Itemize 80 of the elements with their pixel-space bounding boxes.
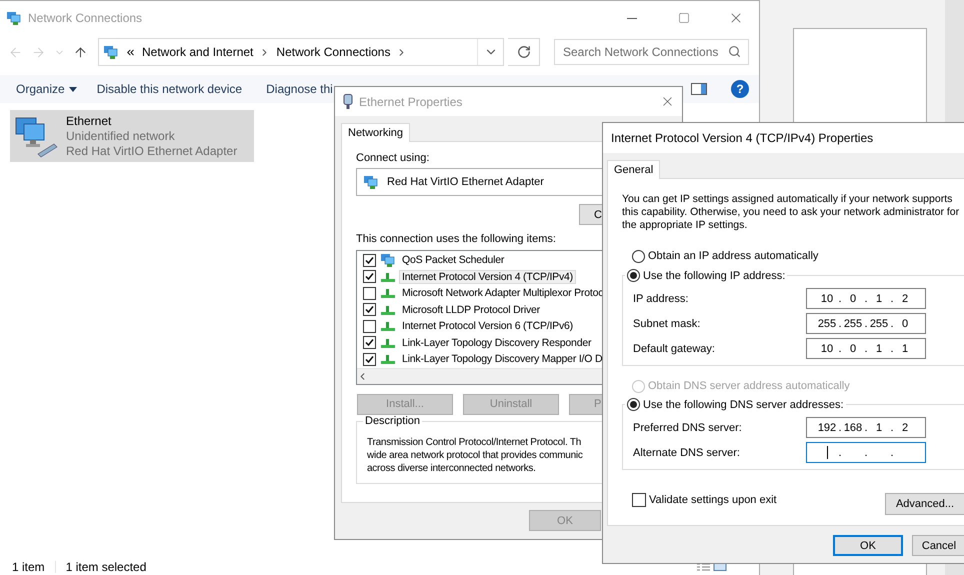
- ip-address-field[interactable]: 10 . 0 . 1 . 1: [806, 338, 926, 359]
- toolbar-button[interactable]: Disable this network device: [88, 75, 250, 103]
- address-bar[interactable]: Network and Internet Network Connections: [98, 38, 504, 66]
- network-component-icon: [380, 336, 396, 349]
- list-item[interactable]: Link-Layer Topology Discovery Responder: [400, 336, 594, 349]
- tab[interactable]: Networking: [341, 123, 410, 142]
- checkbox[interactable]: [363, 254, 376, 267]
- search-field[interactable]: Search Network Connections: [554, 39, 749, 65]
- radio-label: Use the following IP address:: [643, 270, 786, 282]
- checkbox[interactable]: [363, 303, 376, 316]
- adapter-name: Red Hat VirtIO Ethernet Adapter: [66, 144, 238, 158]
- network-monitor-icon: [380, 252, 396, 268]
- connect-using-label: Connect using:: [356, 152, 430, 164]
- configure-button[interactable]: C: [579, 204, 603, 225]
- intro-text: You can get IP settings assigned automatically if your network supports this capability. Otherwise, you need to ask your network administrator for the appropriate IP settings.: [622, 193, 960, 232]
- network-component-icon: [380, 304, 396, 316]
- checkbox-label: Validate settings upon exit: [649, 494, 777, 506]
- help-button[interactable]: ?: [731, 80, 749, 98]
- breadcrumb-item[interactable]: Network Connections: [276, 45, 390, 59]
- status-text: 1 item selected: [66, 560, 146, 574]
- maximize-icon: [678, 12, 690, 24]
- dialog-button[interactable]: Cancel: [912, 535, 964, 556]
- status-text: 1 item: [12, 560, 45, 574]
- radio-button[interactable]: [627, 269, 640, 282]
- checkbox[interactable]: [363, 286, 376, 300]
- toolbar-button[interactable]: Organize: [8, 75, 85, 103]
- list-item[interactable]: Internet Protocol Version 6 (TCP/IPv6): [400, 320, 575, 332]
- checkbox[interactable]: [363, 336, 376, 350]
- group-title: Description: [363, 414, 422, 426]
- checkbox[interactable]: [363, 320, 376, 333]
- breadcrumb-item[interactable]: Network and Internet: [142, 45, 254, 59]
- chevrons-left-icon[interactable]: [125, 46, 136, 58]
- ip-address-field[interactable]: 255 . 255 . 255 . 0: [806, 313, 926, 334]
- field-label: IP address:: [633, 292, 688, 304]
- network-component-icon: [380, 287, 396, 300]
- list-item[interactable]: Link-Layer Topology Discovery Mapper I/O D: [400, 353, 604, 366]
- tab[interactable]: General: [607, 160, 660, 179]
- network-adapter-icon: [363, 174, 379, 190]
- network-folder-icon: [103, 44, 119, 60]
- dialog-title: Ethernet Properties: [359, 94, 462, 108]
- network-component-icon: [380, 270, 396, 283]
- advanced-button[interactable]: Advanced...: [885, 493, 964, 515]
- field-label: Alternate DNS server:: [633, 446, 740, 458]
- preview-pane-icon[interactable]: [691, 83, 707, 95]
- items-label: This connection uses the following items:: [356, 233, 557, 245]
- radio-label: Use the following DNS server addresses:: [643, 398, 844, 410]
- dialog-button[interactable]: OK: [833, 535, 903, 556]
- dialog-title: Internet Protocol Version 4 (TCP/IPv4) Properties: [611, 131, 874, 145]
- search-icon[interactable]: [728, 45, 741, 58]
- list-item[interactable]: QoS Packet Scheduler: [400, 254, 506, 266]
- network-component-icon: [380, 353, 396, 366]
- refresh-button[interactable]: [508, 38, 540, 66]
- connection-name: Ethernet: [66, 114, 112, 128]
- toolbar-button[interactable]: Diagnose thi: [258, 75, 341, 103]
- window-title: Network Connections: [28, 11, 142, 25]
- radio-button[interactable]: [632, 250, 645, 262]
- field-label: Default gateway:: [633, 342, 715, 354]
- checkbox[interactable]: [632, 493, 646, 507]
- radio-label: Obtain an IP address automatically: [648, 250, 818, 262]
- view-toggle-icon[interactable]: [697, 563, 727, 571]
- list-item[interactable]: Microsoft Network Adapter Multiplexor Protoc: [400, 287, 606, 300]
- ip-address-field[interactable]: 192 . 168 . 1 . 2: [806, 417, 926, 438]
- radio-button[interactable]: [627, 398, 640, 411]
- field-label: Preferred DNS server:: [633, 422, 742, 434]
- description-text: Transmission Control Protocol/Internet Protocol. Th wide area network protocol that provides communic across diverse interconnected networks.: [367, 436, 583, 474]
- field-label: Subnet mask:: [633, 318, 700, 330]
- checkbox[interactable]: [363, 270, 376, 284]
- ip-address-field[interactable]: . . .: [806, 442, 926, 463]
- network-adapter-icon: [343, 94, 353, 110]
- network-folder-icon: [6, 10, 22, 26]
- network-component-icon: [380, 320, 396, 332]
- connection-status: Unidentified network: [66, 129, 176, 143]
- radio-label: Obtain DNS server address automatically: [648, 380, 850, 392]
- caret-icon: [68, 86, 77, 92]
- list-item[interactable]: Internet Protocol Version 4 (TCP/IPv4): [400, 270, 575, 283]
- list-item[interactable]: Microsoft LLDP Protocol Driver: [400, 304, 542, 316]
- ip-address-field[interactable]: 10 . 0 . 1 . 2: [806, 288, 926, 309]
- refresh-icon: [516, 45, 530, 59]
- checkbox[interactable]: [363, 352, 376, 366]
- network-connection-tile[interactable]: Ethernet Unidentified network Red Hat VirtIO Ethernet Adapter: [10, 110, 254, 162]
